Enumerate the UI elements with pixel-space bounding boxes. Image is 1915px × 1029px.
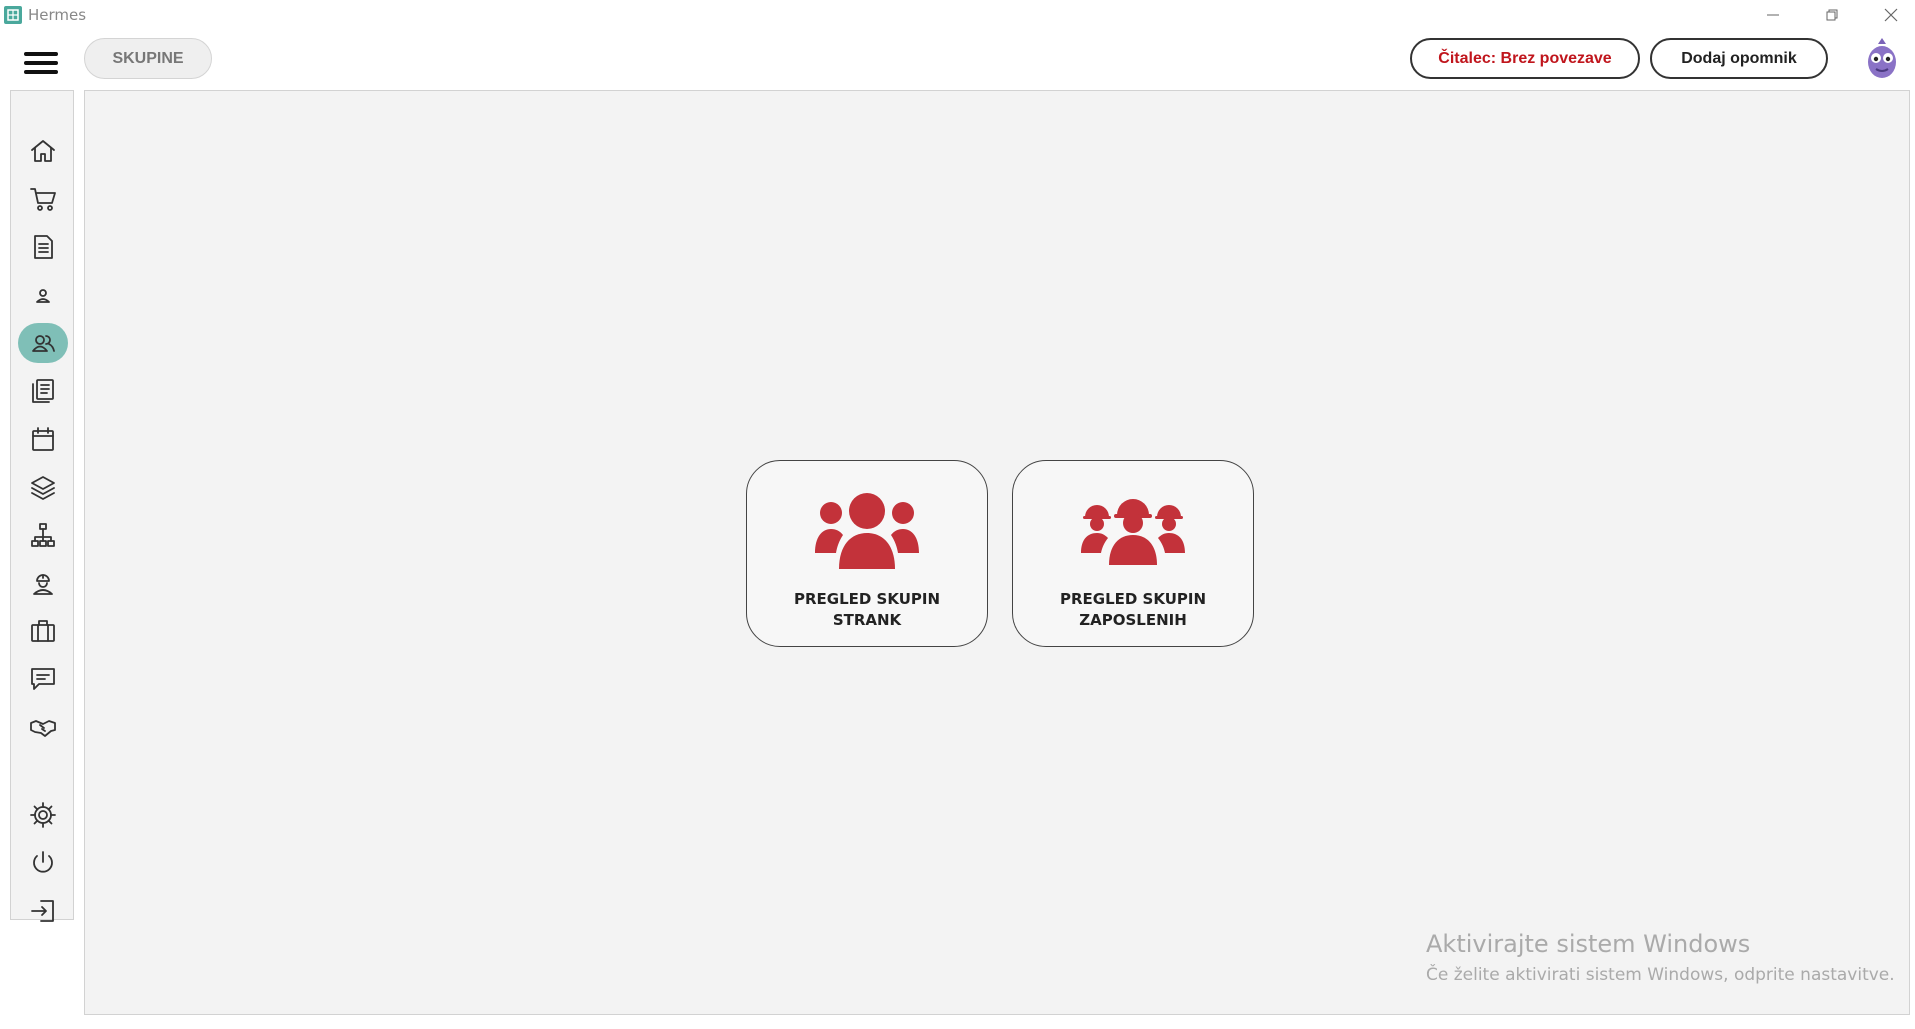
card-label-line: STRANK <box>832 611 902 629</box>
cart-icon <box>30 188 56 211</box>
section-tab-groups[interactable]: SKUPINE <box>84 38 212 79</box>
handshake-icon <box>30 720 56 737</box>
sidebar-item-groups[interactable] <box>18 323 68 363</box>
documents-stack-icon <box>32 379 54 403</box>
document-icon <box>34 235 53 259</box>
sidebar-item-cart[interactable] <box>18 179 68 219</box>
people-group-icon <box>815 493 919 569</box>
sidebar-item-documents[interactable] <box>18 227 68 267</box>
card-label-line: ZAPOSLENIH <box>1079 611 1187 629</box>
close-icon <box>1884 8 1898 22</box>
main-content <box>84 90 1910 1015</box>
card-label: PREGLED SKUPIN STRANK <box>777 589 957 631</box>
logout-icon <box>31 900 54 922</box>
windows-activation-hint: Če želite aktivirati sistem Windows, odp… <box>1426 965 1895 985</box>
card-label: PREGLED SKUPIN ZAPOSLENIH <box>1043 589 1223 631</box>
user-avatar[interactable] <box>1862 36 1902 82</box>
restore-icon <box>1826 9 1838 21</box>
add-reminder-button[interactable]: Dodaj opomnik <box>1650 38 1828 79</box>
minimize-icon <box>1767 14 1779 16</box>
sidebar-item-messages[interactable] <box>18 659 68 699</box>
menu-toggle-button[interactable] <box>24 52 58 78</box>
message-icon <box>31 668 55 690</box>
card-label-line: PREGLED SKUPIN <box>793 590 941 608</box>
gear-icon <box>30 802 56 828</box>
sidebar-item-settings[interactable] <box>18 795 68 835</box>
briefcase-icon <box>31 620 55 642</box>
sidebar-item-structure[interactable] <box>18 515 68 555</box>
sidebar-item-person[interactable] <box>18 275 68 315</box>
sidebar-item-records[interactable] <box>18 371 68 411</box>
hamburger-line <box>24 61 58 65</box>
title-bar: Hermes <box>0 0 1915 30</box>
hardhat-group-icon <box>1081 499 1185 565</box>
minimize-button[interactable] <box>1744 0 1802 30</box>
client-groups-card[interactable]: PREGLED SKUPIN STRANK <box>746 460 988 647</box>
power-icon <box>33 851 53 873</box>
employee-groups-card[interactable]: PREGLED SKUPIN ZAPOSLENIH <box>1012 460 1254 647</box>
sidebar <box>10 90 74 922</box>
card-label-line: PREGLED SKUPIN <box>1059 590 1207 608</box>
hermes-logo-icon <box>4 6 22 24</box>
home-icon <box>31 140 55 162</box>
restore-button[interactable] <box>1803 0 1861 30</box>
sidebar-item-calendar[interactable] <box>18 419 68 459</box>
window-title: Hermes <box>28 6 87 24</box>
sidebar-item-power[interactable] <box>18 843 68 883</box>
users-icon <box>32 335 55 352</box>
hamburger-icon <box>24 52 58 56</box>
reader-status-button[interactable]: Čitalec: Brez povezave <box>1410 38 1640 79</box>
sidebar-item-business[interactable] <box>18 611 68 651</box>
sidebar-item-home[interactable] <box>18 131 68 171</box>
layers-icon <box>31 476 55 500</box>
windows-activation-title: Aktivirajte sistem Windows <box>1426 930 1751 958</box>
close-button[interactable] <box>1862 0 1915 30</box>
sidebar-item-layers[interactable] <box>18 467 68 507</box>
sidebar-item-workers[interactable] <box>18 563 68 603</box>
sidebar-item-logout[interactable] <box>18 891 68 931</box>
sidebar-item-partners[interactable] <box>18 707 68 747</box>
worker-icon <box>33 574 53 595</box>
calendar-icon <box>32 427 54 451</box>
org-chart-icon <box>31 523 55 547</box>
person-icon <box>36 289 50 303</box>
hamburger-line <box>24 70 58 74</box>
